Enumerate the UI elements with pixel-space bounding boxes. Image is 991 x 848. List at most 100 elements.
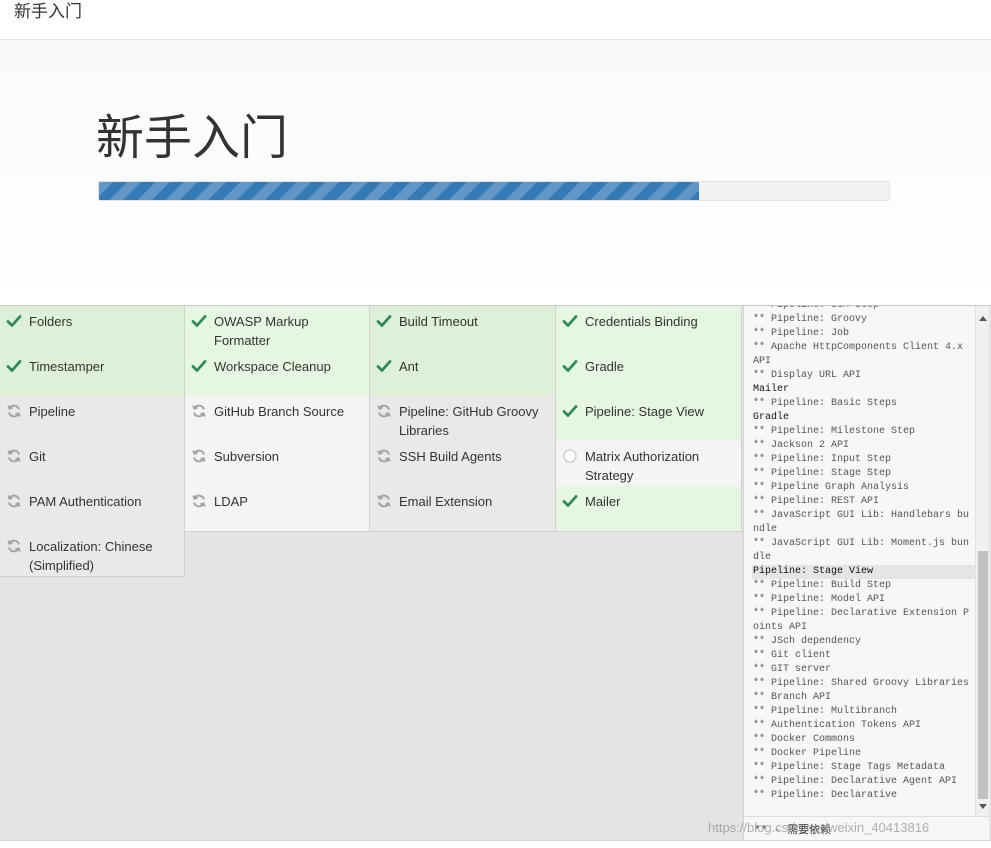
plugin-label: Build Timeout [399, 314, 478, 329]
plugin-label: Timestamper [29, 359, 105, 374]
log-dependency-line: ** Docker Commons [753, 734, 856, 745]
plugin-item: GitHub Branch Source [185, 396, 370, 442]
scroll-thumb[interactable] [978, 551, 988, 799]
plugin-item: Localization: Chinese (Simplified) [0, 531, 185, 577]
check-icon [376, 358, 392, 374]
refresh-icon [191, 448, 207, 464]
plugin-label: GitHub Branch Source [214, 404, 345, 419]
log-dependency-line: ** Pipeline: Milestone Step [753, 426, 916, 437]
install-progress-fill [99, 182, 700, 200]
refresh-icon [376, 448, 392, 464]
plugin-item: Gradle [556, 351, 742, 397]
plugin-item: Credentials Binding [556, 306, 742, 352]
refresh-icon [376, 403, 392, 419]
log-dependency-line: ** Apache HttpComponents Client 4.x API [753, 342, 970, 367]
plugin-item: Workspace Cleanup [185, 351, 370, 397]
plugin-label: Email Extension [399, 494, 493, 509]
plugin-item: Pipeline [0, 396, 185, 442]
log-dependency-line: ** Pipeline: Declarative [753, 790, 898, 801]
hero-panel: 新手入门 [0, 40, 991, 306]
plugin-label: Pipeline: GitHub Groovy Libraries [399, 404, 539, 438]
log-dependency-line: ** Git client [753, 650, 832, 661]
check-icon [562, 493, 578, 509]
plugin-label: Mailer [585, 494, 621, 509]
log-plugin-line: Gradle [753, 412, 790, 423]
plugin-label: Matrix Authorization Strategy [585, 449, 700, 483]
plugin-item: SSH Build Agents [370, 441, 556, 487]
plugin-item: Build Timeout [370, 306, 556, 352]
scroll-down-icon[interactable] [979, 804, 987, 809]
watermark: https://blog.csdn.net/weixin_40413816 [708, 820, 930, 835]
plugin-item: Timestamper [0, 351, 185, 397]
plugin-label: Workspace Cleanup [214, 359, 331, 374]
log-dependency-line: ** Pipeline Graph Analysis [753, 482, 910, 493]
log-dependency-line: ** Pipeline: Job [753, 328, 850, 339]
refresh-icon [191, 403, 207, 419]
check-icon [191, 313, 207, 329]
plugin-label: PAM Authentication [29, 494, 142, 509]
plugin-item: Mailer [556, 486, 742, 532]
log-dependency-line: ** Pipeline: Basic Steps [753, 398, 898, 409]
log-dependency-line: ** Pipeline: Declarative Extension Point… [753, 608, 970, 633]
plugin-label: Folders [29, 314, 73, 329]
plugin-label: SSH Build Agents [399, 449, 502, 464]
log-dependency-line: ** Pipeline: REST API [753, 496, 880, 507]
log-plugin-line: Mailer [753, 384, 790, 395]
plugin-item: Matrix Authorization Strategy [556, 441, 742, 487]
refresh-icon [6, 538, 22, 554]
log-plugin-line: Pipeline: Stage View [752, 565, 975, 579]
plugin-item: PAM Authentication [0, 486, 185, 532]
log-dependency-line: ** Pipeline: Build Step [753, 580, 892, 591]
check-icon [376, 313, 392, 329]
plugin-item: Email Extension [370, 486, 556, 532]
log-dependency-line: ** Pipeline: Shared Groovy Libraries [753, 678, 970, 689]
check-icon [191, 358, 207, 374]
plugin-label: OWASP Markup Formatter [214, 314, 309, 348]
install-log-lines: ** Pipeline: SCM Step** Pipeline: Groovy… [752, 306, 975, 803]
check-icon [6, 358, 22, 374]
log-dependency-line: ** Jackson 2 API [753, 440, 850, 451]
check-icon [562, 403, 578, 419]
log-dependency-line: ** JSch dependency [753, 636, 862, 647]
install-panel: Folders OWASP Markup Formatter Build Timeo… [0, 306, 991, 840]
plugin-item: Subversion [185, 441, 370, 487]
window-title: 新手入门 [14, 2, 82, 21]
log-dependency-line: ** Pipeline: Input Step [753, 454, 892, 465]
plugin-item: OWASP Markup Formatter [185, 306, 370, 352]
plugin-item: LDAP [185, 486, 370, 532]
plugin-label: Ant [399, 359, 419, 374]
log-dependency-line: ** Branch API [753, 692, 832, 703]
plugin-label: Git [29, 449, 46, 464]
refresh-icon [6, 448, 22, 464]
plugin-label: Subversion [214, 449, 280, 464]
log-dependency-line: ** Pipeline: SCM Step [753, 306, 975, 313]
plugin-item: Folders [0, 306, 185, 352]
refresh-icon [6, 493, 22, 509]
log-dependency-line: ** Docker Pipeline [753, 748, 862, 759]
log-dependency-line: ** GIT server [753, 664, 832, 675]
log-dependency-line: ** Pipeline: Declarative Agent API [753, 776, 958, 787]
log-scrollbar[interactable] [975, 306, 989, 816]
log-dependency-line: ** Pipeline: Groovy [753, 314, 868, 325]
bottom-bar [0, 840, 991, 848]
log-dependency-line: ** JavaScript GUI Lib: Moment.js bundle [753, 538, 970, 563]
log-dependency-line: ** JavaScript GUI Lib: Handlebars bundle [753, 510, 970, 535]
plugin-label: Pipeline: Stage View [585, 404, 705, 419]
plugin-label: Credentials Binding [585, 314, 698, 329]
refresh-icon [376, 493, 392, 509]
plugin-item: Ant [370, 351, 556, 397]
check-icon [562, 358, 578, 374]
plugin-label: LDAP [214, 494, 248, 509]
plugin-item: Pipeline: Stage View [556, 396, 742, 442]
install-progress-bar [98, 181, 890, 201]
page-title: 新手入门 [96, 112, 289, 165]
check-icon [562, 313, 578, 329]
plugin-item: Pipeline: GitHub Groovy Libraries [370, 396, 556, 442]
scroll-up-icon[interactable] [979, 316, 987, 321]
plugin-item: Git [0, 441, 185, 487]
empty-circle-icon [562, 448, 578, 464]
log-dependency-line: ** Authentication Tokens API [753, 720, 922, 731]
check-icon [6, 313, 22, 329]
log-dependency-line: ** Display URL API [753, 370, 862, 381]
log-dependency-line: ** Pipeline: Model API [753, 594, 886, 605]
